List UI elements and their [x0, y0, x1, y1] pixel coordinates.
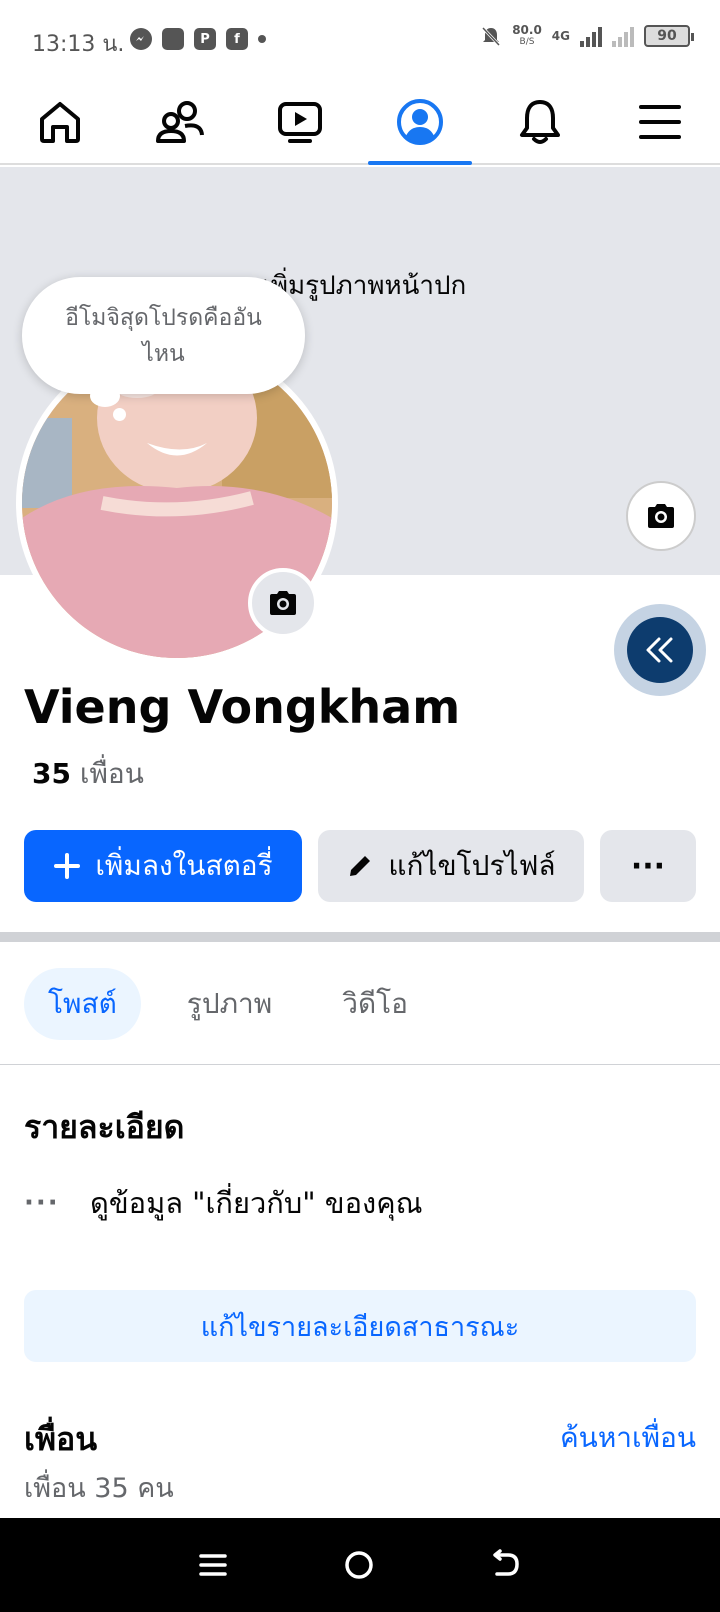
system-nav-bar: [0, 1518, 720, 1612]
friends-count-text: เพื่อน 35 คน: [24, 1473, 174, 1504]
bell-muted-icon: [482, 26, 501, 47]
add-to-story-button[interactable]: เพิ่มลงในสตอรี่: [24, 830, 302, 902]
edit-profile-label: แก้ไขโปรไฟล์: [388, 849, 556, 882]
cover-camera-button[interactable]: [626, 481, 696, 551]
find-friends-link[interactable]: ค้นหาเพื่อน: [560, 1416, 696, 1460]
friends-title: เพื่อน: [24, 1420, 98, 1458]
battery-icon: 90: [644, 25, 694, 47]
about-info-text: ดูข้อมูล "เกี่ยวกับ" ของคุณ: [90, 1186, 423, 1220]
profile-picture-camera-button[interactable]: [248, 568, 318, 638]
profile-tabs: โพสต์ รูปภาพ วิดีโอ: [24, 968, 432, 1040]
battery-level: 90: [657, 28, 677, 44]
status-bar: 13:13 น. P f 80.0 B/S 4G 90: [0, 0, 720, 80]
profile-name: Vieng Vongkham: [24, 680, 461, 734]
signal-icon: [580, 25, 602, 47]
square-icon: [162, 28, 184, 50]
pay-icon: P: [194, 28, 216, 50]
note-bubble-tail-small: [113, 408, 126, 421]
edit-public-details-button[interactable]: แก้ไขรายละเอียดสาธารณะ: [24, 1290, 696, 1362]
plus-icon: [54, 853, 81, 879]
nav-video-tab[interactable]: [240, 80, 360, 163]
details-title: รายละเอียด: [24, 1108, 185, 1146]
status-indicators: 80.0 B/S 4G 90: [480, 24, 694, 48]
home-icon: [40, 101, 80, 143]
profile-actions: เพิ่มลงในสตอรี่ แก้ไขโปรไฟล์ ···: [24, 830, 696, 902]
top-nav: [0, 80, 720, 165]
net-speed-unit: B/S: [519, 37, 535, 47]
friend-count-label: เพื่อน: [79, 757, 144, 790]
nav-profile-tab[interactable]: [360, 80, 480, 165]
status-time: 13:13 น.: [32, 32, 125, 57]
tab-posts[interactable]: โพสต์: [24, 968, 141, 1040]
net-speed-value: 80.0: [512, 23, 542, 37]
more-dots-icon: ···: [24, 1188, 60, 1218]
floating-collapse-button[interactable]: [614, 604, 706, 696]
signal-secondary-icon: [612, 25, 634, 47]
nav-menu-tab[interactable]: [600, 80, 720, 163]
note-bubble[interactable]: อีโมจิสุดโปรดคืออันไหน: [22, 277, 305, 394]
bell-icon: [520, 99, 560, 144]
messenger-icon: [130, 28, 152, 50]
pencil-icon: [350, 856, 371, 876]
menu-icon: [639, 104, 681, 139]
facebook-icon: f: [226, 28, 248, 50]
nav-home-tab[interactable]: [0, 80, 120, 163]
note-bubble-tail: [90, 385, 120, 407]
status-app-icons: P f: [130, 28, 266, 50]
double-chevron-left-icon: [627, 617, 693, 683]
friends-icon: [156, 100, 204, 143]
camera-icon: [648, 504, 674, 528]
tab-photos[interactable]: รูปภาพ: [163, 968, 296, 1040]
recent-apps-icon[interactable]: [198, 1550, 228, 1580]
more-options-button[interactable]: ···: [600, 830, 696, 902]
note-bubble-text: อีโมจิสุดโปรดคืออันไหน: [65, 304, 262, 367]
tab-videos[interactable]: วิดีโอ: [318, 968, 432, 1040]
back-icon[interactable]: [490, 1549, 522, 1581]
tabs-divider: [0, 1064, 720, 1065]
section-divider: [0, 932, 720, 942]
friend-count[interactable]: 35 เพื่อน: [32, 752, 144, 796]
see-about-info-link[interactable]: ··· ดูข้อมูล "เกี่ยวกับ" ของคุณ: [24, 1180, 423, 1226]
edit-profile-button[interactable]: แก้ไขโปรไฟล์: [318, 830, 584, 902]
home-button-icon[interactable]: [343, 1549, 375, 1581]
more-notifications-dot: [258, 35, 266, 43]
friend-count-number: 35: [32, 757, 71, 790]
camera-icon: [270, 591, 296, 615]
profile-icon: [397, 98, 443, 145]
net-speed: 80.0 B/S: [512, 24, 542, 48]
nav-notifications-tab[interactable]: [480, 80, 600, 163]
video-icon: [278, 101, 322, 143]
nav-friends-tab[interactable]: [120, 80, 240, 163]
network-type: 4G: [551, 29, 570, 43]
add-to-story-label: เพิ่มลงในสตอรี่: [95, 849, 273, 882]
